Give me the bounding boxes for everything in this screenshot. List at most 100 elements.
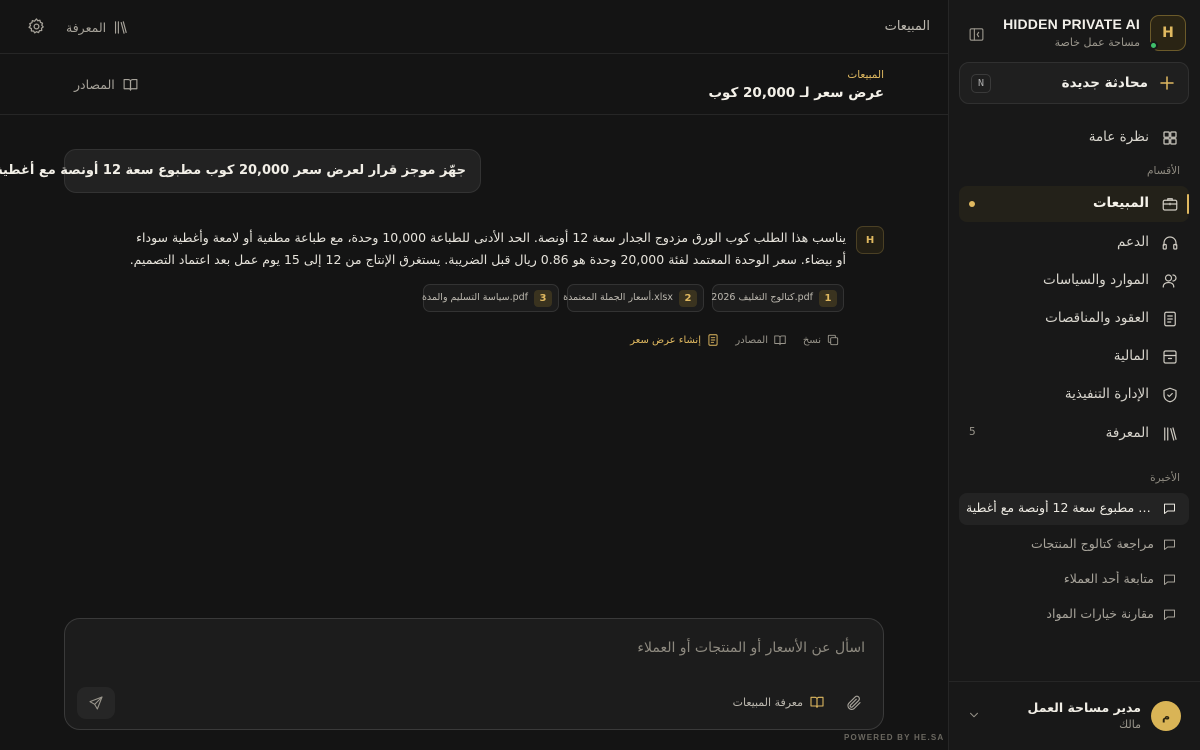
library-icon (1164, 427, 1177, 441)
active-indicator (1187, 194, 1189, 214)
chat-bubble-icon (1164, 609, 1175, 620)
citation-number: 2 (679, 290, 697, 307)
nav-support-label: الدعم (1117, 234, 1149, 250)
conversation-category: المبيعات (847, 69, 884, 81)
workspace-title: HIDDEN PRIVATE AI (1003, 16, 1140, 32)
sources-button[interactable]: المصادر (74, 76, 139, 93)
headphones-icon (1162, 236, 1178, 250)
nav-support[interactable]: الدعم (959, 225, 1189, 261)
user-message-text: جهّز موجز قرار لعرض سعر 20,000 كوب مطبوع… (0, 163, 466, 178)
knowledge-scope-chip[interactable]: معرفة المبيعات (733, 694, 825, 710)
copy-button[interactable]: نسخ (803, 331, 840, 349)
online-status-dot (1149, 41, 1158, 50)
sources-button-label: المصادر (74, 77, 115, 92)
open-book-icon (774, 335, 786, 346)
grid-icon (1163, 131, 1177, 145)
message-actions: نسخ المصادر إنشاء عرض سعر (630, 331, 840, 349)
citation-chip[interactable]: 3 سياسة التسليم والمدة.pdf (421, 284, 559, 312)
library-icon (115, 20, 127, 34)
knowledge-button[interactable]: المعرفة (66, 17, 129, 37)
citation-chip[interactable]: 2 أسعار الجملة المعتمدة.xlsx (563, 284, 704, 312)
message-input[interactable]: اسأل عن الأسعار أو المنتجات أو العملاء (637, 640, 865, 656)
recent-chat-label: مراجعة كتالوج المنتجات (1030, 536, 1154, 551)
message-sources-label: المصادر (735, 334, 768, 346)
briefcase-icon (1162, 198, 1178, 211)
nav-knowledge[interactable]: المعرفة 5 (959, 416, 1189, 452)
conversation-header: المبيعات عرض سعر لـ 20,000 كوب المصادر (0, 55, 948, 115)
chat-bubble-icon (1164, 539, 1175, 550)
send-button[interactable] (77, 687, 115, 719)
user-menu[interactable]: م مدير مساحة العمل مالك (959, 690, 1189, 740)
nav-resources[interactable]: الموارد والسياسات (959, 263, 1189, 299)
chat-bubble-icon (1164, 574, 1175, 585)
recent-heading: الأخيرة (1150, 472, 1180, 484)
open-book-icon (123, 78, 138, 91)
create-quote-button[interactable]: إنشاء عرض سعر (630, 331, 720, 349)
nav-contracts[interactable]: العقود والمناقصات (959, 301, 1189, 337)
new-chat-button[interactable]: محادثة جديدة N (959, 62, 1189, 104)
document-icon (708, 334, 718, 346)
new-chat-label: محادثة جديدة (1061, 75, 1148, 91)
top-bar: المبيعات المعرفة (0, 0, 948, 54)
sidebar: H HIDDEN PRIVATE AI مساحة عمل خاصة محادث… (948, 0, 1200, 750)
recent-chat-item[interactable]: مراجعة كتالوج المنتجات (959, 529, 1189, 561)
recent-chat-item[interactable]: متابعة أحد العملاء (959, 564, 1189, 596)
chevron-down-icon (970, 712, 978, 718)
collapse-sidebar-icon[interactable] (965, 23, 987, 45)
open-book-icon (810, 696, 824, 708)
brand-header: H HIDDEN PRIVATE AI مساحة عمل خاصة (958, 15, 1186, 51)
knowledge-button-label: المعرفة (66, 19, 107, 35)
nav-executive-label: الإدارة التنفيذية (1064, 386, 1149, 402)
workspace-subtitle: مساحة عمل خاصة (1054, 36, 1140, 49)
archive-icon (1163, 350, 1177, 364)
paperclip-icon[interactable] (845, 694, 863, 712)
user-avatar: م (1151, 701, 1181, 731)
send-icon (89, 696, 103, 710)
nav-finance[interactable]: المالية (959, 339, 1189, 375)
nav-resources-label: الموارد والسياسات (1043, 272, 1149, 288)
nav-contracts-label: العقود والمناقصات (1045, 310, 1149, 326)
nav-executive[interactable]: الإدارة التنفيذية (959, 377, 1189, 413)
citations: 1 كتالوج التغليف 2026.pdf 2 أسعار الجملة… (421, 284, 844, 312)
nav-overview-label: نظرة عامة (1088, 129, 1149, 145)
copy-label: نسخ (802, 334, 821, 346)
user-role: مالك (1119, 718, 1141, 731)
message-composer[interactable]: اسأل عن الأسعار أو المنتجات أو العملاء م… (64, 618, 884, 730)
sidebar-divider (948, 681, 1200, 682)
recent-chat-label: مقارنة خيارات المواد (1046, 606, 1154, 621)
user-name: مدير مساحة العمل (1027, 700, 1141, 715)
users-icon (1162, 274, 1177, 288)
shield-icon (1163, 387, 1177, 403)
nav-sales-label: المبيعات (1092, 195, 1149, 211)
active-dot (969, 201, 975, 207)
recent-chat-item[interactable]: مقارنة خيارات المواد (959, 599, 1189, 631)
copy-icon (827, 334, 839, 346)
citation-chip[interactable]: 1 كتالوج التغليف 2026.pdf (711, 284, 844, 312)
message-sources-button[interactable]: المصادر (735, 331, 787, 349)
recent-chat-label: متابعة أحد العملاء (1063, 571, 1154, 586)
recent-chat-label: جهّز موجز قرار لعرض سعر 20,000 كوب مطبوع… (966, 500, 1154, 515)
chat-bubble-icon (1164, 503, 1175, 514)
shortcut-badge: N (971, 74, 991, 93)
sections-heading: الأقسام (1147, 165, 1180, 177)
plus-icon (1160, 76, 1174, 90)
gear-icon[interactable] (27, 17, 46, 36)
user-message: جهّز موجز قرار لعرض سعر 20,000 كوب مطبوع… (0, 149, 481, 193)
knowledge-count-badge: 5 (969, 426, 976, 438)
citation-number: 3 (534, 290, 552, 307)
knowledge-scope-label: معرفة المبيعات (732, 695, 803, 709)
page-title: المبيعات (884, 19, 930, 34)
nav-sales[interactable]: المبيعات (959, 186, 1189, 222)
citation-name: كتالوج التغليف 2026.pdf (711, 292, 813, 303)
assistant-avatar: H (856, 226, 884, 254)
document-icon (1164, 311, 1176, 327)
conversation-title: عرض سعر لـ 20,000 كوب (708, 85, 884, 101)
nav-knowledge-label: المعرفة (1105, 425, 1149, 441)
recent-chat-item[interactable]: جهّز موجز قرار لعرض سعر 20,000 كوب مطبوع… (959, 493, 1189, 525)
powered-by: POWERED BY HE.SA (844, 733, 945, 742)
assistant-message-text: يناسب هذا الطلب كوب الورق مزدوج الجدار س… (129, 230, 846, 267)
nav-overview[interactable]: نظرة عامة (959, 120, 1189, 156)
create-quote-label: إنشاء عرض سعر (630, 334, 701, 346)
citation-name: سياسة التسليم والمدة.pdf (421, 292, 528, 303)
nav-finance-label: المالية (1113, 348, 1149, 364)
